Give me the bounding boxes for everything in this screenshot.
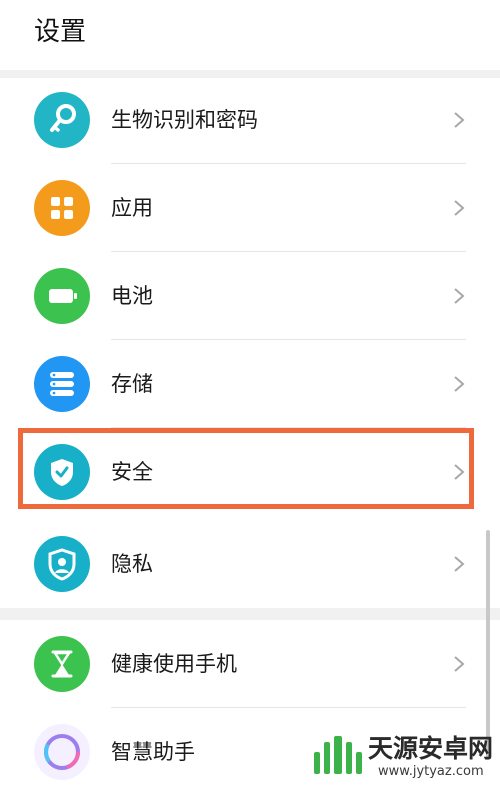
chevron-right-icon — [454, 376, 465, 392]
chevron-right-icon — [454, 112, 465, 128]
settings-item-label: 电池 — [111, 284, 153, 308]
chevron-right-icon — [454, 656, 465, 672]
chevron-right-icon — [454, 200, 465, 216]
settings-item-biometrics[interactable]: 生物识别和密码 — [0, 76, 500, 164]
section-divider — [0, 608, 500, 620]
settings-item-storage[interactable]: 存储 — [0, 340, 500, 428]
settings-item-label: 健康使用手机 — [111, 652, 237, 676]
chevron-right-icon — [454, 288, 465, 304]
apps-grid-icon — [34, 180, 90, 236]
settings-item-label: 智慧助手 — [111, 740, 195, 764]
assistant-ring-icon — [34, 724, 90, 780]
settings-item-privacy[interactable]: 隐私 — [0, 520, 500, 608]
watermark: 天源安卓网 www.jytyaz.com — [308, 730, 498, 786]
watermark-logo — [314, 736, 362, 774]
key-icon — [34, 92, 90, 148]
watermark-url: www.jytyaz.com — [378, 764, 484, 779]
settings-item-label: 存储 — [111, 372, 153, 396]
storage-icon — [34, 356, 90, 412]
chevron-right-icon — [454, 556, 465, 572]
hourglass-icon — [34, 636, 90, 692]
settings-item-apps[interactable]: 应用 — [0, 164, 500, 252]
header: 设置 — [0, 0, 500, 70]
watermark-name: 天源安卓网 — [368, 734, 494, 763]
battery-icon — [34, 268, 90, 324]
settings-item-battery[interactable]: 电池 — [0, 252, 500, 340]
page-title: 设置 — [34, 17, 87, 47]
settings-item-digital-balance[interactable]: 健康使用手机 — [0, 620, 500, 708]
privacy-shield-icon — [34, 536, 90, 592]
settings-item-label: 生物识别和密码 — [111, 108, 258, 132]
settings-item-label: 隐私 — [111, 552, 153, 576]
settings-item-label: 应用 — [111, 196, 153, 220]
highlight-box — [18, 428, 474, 509]
scrollbar[interactable] — [486, 530, 490, 760]
